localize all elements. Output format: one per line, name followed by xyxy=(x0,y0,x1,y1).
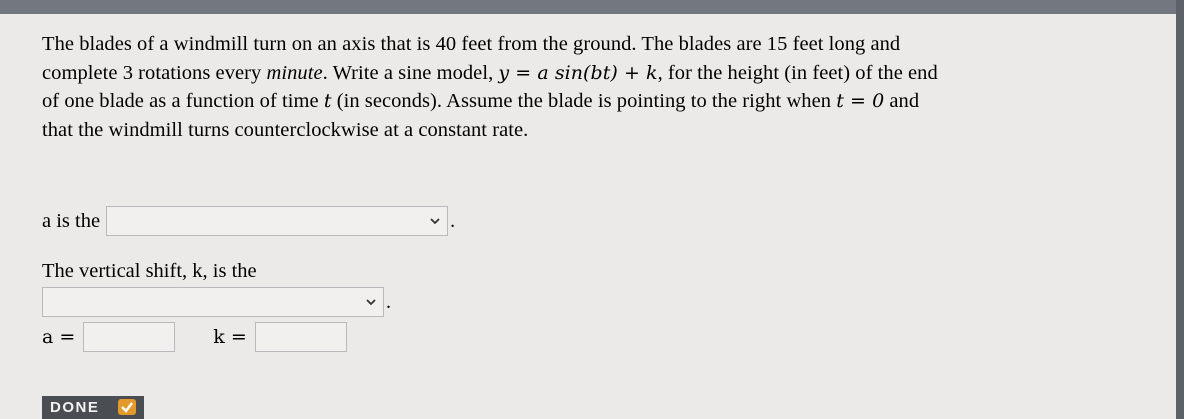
k-meaning-dropdown[interactable] xyxy=(42,287,384,317)
problem-line-4: that the windmill turns counterclockwise… xyxy=(42,118,529,141)
question-a-label: a is the xyxy=(42,209,101,232)
checkmark-icon xyxy=(118,399,136,415)
question-k-label: The vertical shift, k, is the xyxy=(42,260,257,282)
sentence-period: . xyxy=(386,290,391,313)
question-a-row: a is the . xyxy=(42,206,455,236)
answer-row: a = k = xyxy=(42,322,347,352)
problem-text: of one blade as a function of time xyxy=(42,90,324,112)
problem-statement: The blades of a windmill turn on an axis… xyxy=(42,30,1152,144)
a-answer-label: a = xyxy=(42,326,76,348)
a-answer-input[interactable] xyxy=(83,322,176,352)
initial-condition: t = 0 xyxy=(836,90,885,112)
question-k-row: . xyxy=(42,287,391,317)
done-button[interactable]: DONE xyxy=(42,396,144,419)
problem-text: complete 3 rotations every xyxy=(42,61,267,84)
problem-text: . Write a sine model, xyxy=(322,61,499,84)
right-bezel xyxy=(1176,0,1184,419)
problem-text: , for the height (in feet) of the end xyxy=(657,61,938,84)
k-answer-input[interactable] xyxy=(254,322,347,352)
k-answer-label: k = xyxy=(213,326,247,348)
problem-text: and xyxy=(884,90,920,112)
problem-emphasis: minute xyxy=(266,61,323,84)
problem-line-2: complete 3 rotations every minute. Write… xyxy=(42,59,1152,88)
chevron-down-icon xyxy=(430,218,440,225)
model-equation: y = a sin(bt) + k xyxy=(498,61,658,84)
time-variable: t xyxy=(323,90,332,112)
top-bezel xyxy=(0,0,1184,14)
problem-line-3: of one blade as a function of time t (in… xyxy=(42,87,1152,116)
chevron-down-icon xyxy=(366,299,376,306)
problem-line-1: The blades of a windmill turn on an axis… xyxy=(42,33,901,55)
a-meaning-dropdown[interactable] xyxy=(106,206,449,236)
problem-text: (in seconds). Assume the blade is pointi… xyxy=(331,90,837,112)
done-button-label: DONE xyxy=(50,399,100,416)
sentence-period: . xyxy=(450,209,456,232)
